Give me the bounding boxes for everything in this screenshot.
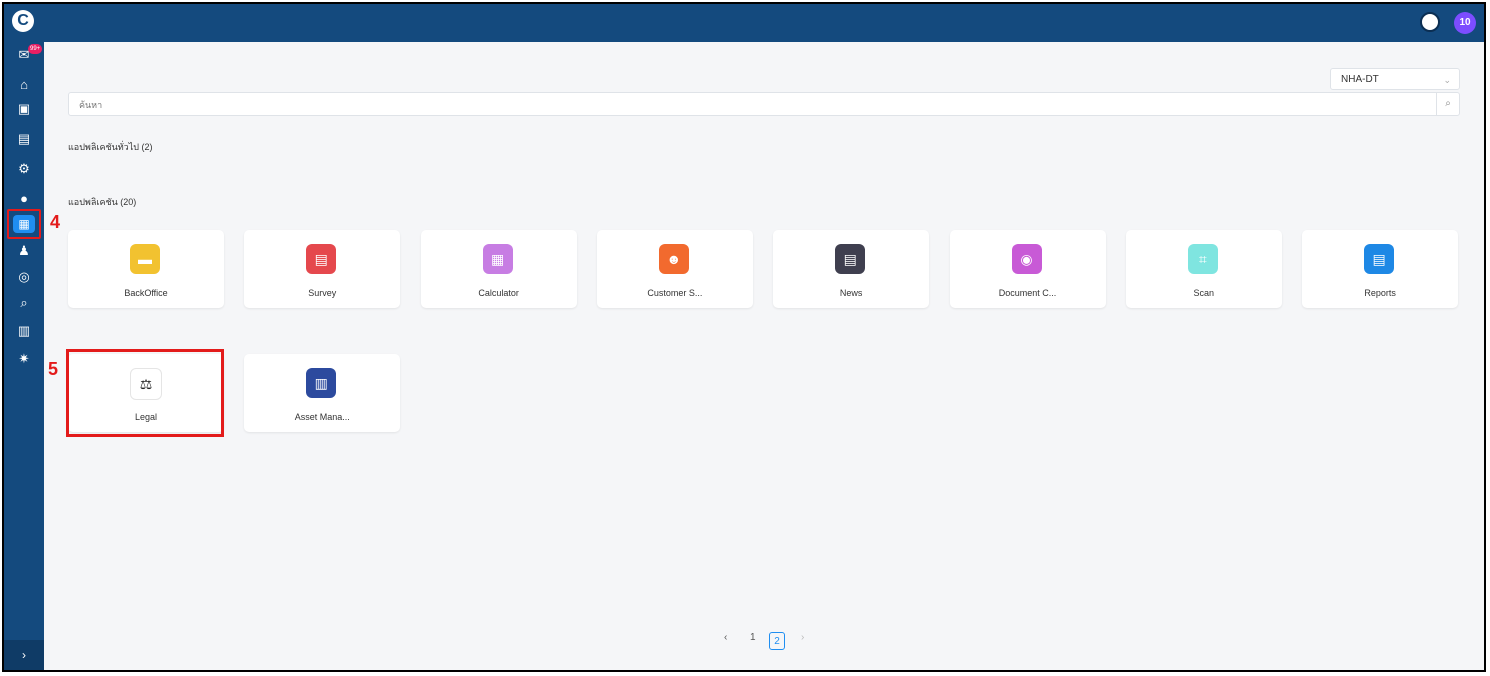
- user-avatar[interactable]: 10: [1454, 12, 1476, 34]
- sidebar-item-apps-highlight[interactable]: ▦: [7, 209, 41, 239]
- sidebar-expand-button[interactable]: ›: [4, 640, 44, 670]
- app-card-scan[interactable]: ⌗ Scan: [1125, 230, 1282, 308]
- search-input[interactable]: [77, 97, 1421, 113]
- apps-icon[interactable]: ▦: [13, 215, 35, 233]
- app-card-calculator[interactable]: ▦ Calculator: [420, 230, 577, 308]
- app-label: Scan: [1193, 288, 1215, 298]
- app-card-asset-mana[interactable]: ▥ Asset Mana...: [244, 354, 401, 432]
- next-page-button[interactable]: ›: [801, 632, 804, 643]
- app-label: Reports: [1364, 288, 1396, 298]
- app-card-document-c[interactable]: ◉ Document C...: [949, 230, 1106, 308]
- app-label: BackOffice: [124, 288, 168, 298]
- document-icon[interactable]: ▤: [14, 130, 34, 148]
- app-icon: ▥: [306, 368, 337, 398]
- app-icon: ☻: [658, 244, 689, 274]
- annotation-step-4: 4: [50, 212, 61, 232]
- app-icon: ⌗: [1187, 244, 1218, 274]
- app-label: Customer S...: [647, 288, 703, 298]
- app-card-reports[interactable]: ▤ Reports: [1302, 230, 1459, 308]
- legal-highlight-box: [66, 349, 224, 437]
- app-card-backoffice[interactable]: ▬ BackOffice: [68, 230, 224, 308]
- app-icon: ◉: [1011, 244, 1042, 274]
- chart-icon[interactable]: ▥: [14, 322, 34, 340]
- search-bar: ⌕: [68, 92, 1460, 116]
- app-label: News: [839, 288, 863, 298]
- app-label: Calculator: [478, 288, 519, 298]
- section-general-apps: แอปพลิเคชันทั่วไป (2): [68, 142, 153, 152]
- org-select[interactable]: NHA-DT ⌄: [1330, 68, 1460, 90]
- app-icon: ▤: [306, 244, 337, 274]
- section-apps: แอปพลิเคชัน (20): [68, 197, 137, 207]
- app-label: Survey: [308, 288, 337, 298]
- mail-icon[interactable]: ✉: [14, 46, 34, 64]
- settings-icon[interactable]: ⚙: [14, 160, 34, 178]
- annotation-step-5: 5: [48, 359, 59, 379]
- app-card-news[interactable]: ▤ News: [773, 230, 930, 308]
- clock-icon[interactable]: [1420, 12, 1440, 32]
- user-icon[interactable]: ●: [14, 190, 34, 208]
- app-icon: ▦: [482, 244, 513, 274]
- search-icon[interactable]: ⌕: [1436, 93, 1459, 115]
- app-label: Asset Mana...: [294, 412, 350, 422]
- cards-icon[interactable]: ▣: [14, 100, 34, 118]
- page-1-button[interactable]: 1: [750, 632, 756, 643]
- sidebar: C 99+ ✉ ⌂ ▣ ▤ ⚙ ● ♟ ◎ ⌕ ▥ ✷ ▦ ›: [4, 4, 44, 670]
- app-icon: ▤: [835, 244, 866, 274]
- top-bar: 10: [44, 4, 1484, 42]
- org-select-value: NHA-DT: [1341, 74, 1379, 85]
- app-label: Document C...: [998, 288, 1057, 298]
- gears-icon[interactable]: ✷: [14, 350, 34, 368]
- page-2-button[interactable]: 2: [769, 632, 785, 650]
- search-icon[interactable]: ⌕: [14, 294, 34, 312]
- app-card-customer-s[interactable]: ☻ Customer S...: [596, 230, 753, 308]
- app-icon: ▤: [1364, 244, 1395, 274]
- home-icon[interactable]: ⌂: [14, 76, 34, 94]
- app-logo[interactable]: C: [12, 10, 34, 32]
- chevron-down-icon: ⌄: [1443, 75, 1451, 85]
- app-frame: C 99+ ✉⌂▣▤⚙●♟◎⌕▥✷ ▦ › 10 NHA-DT ⌄ ⌕ แอปพ…: [2, 2, 1486, 672]
- package-icon[interactable]: ◎: [14, 268, 34, 286]
- team-icon[interactable]: ♟: [14, 242, 34, 260]
- prev-page-button[interactable]: ‹: [724, 632, 727, 643]
- app-card-survey[interactable]: ▤ Survey: [244, 230, 401, 308]
- app-icon: ▬: [130, 244, 160, 274]
